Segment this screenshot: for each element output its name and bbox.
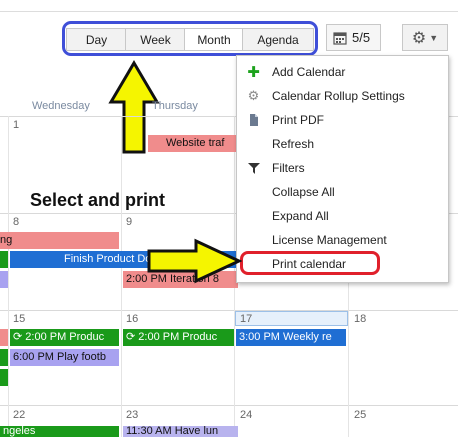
month-view-button[interactable]: Month (184, 28, 244, 51)
grid-line (0, 310, 458, 311)
print-calendar-highlight (240, 251, 380, 275)
gear-icon: ⚙ (411, 29, 427, 47)
event-weekly[interactable]: 3:00 PM Weekly re (236, 329, 346, 346)
weekday-wednesday: Wednesday (32, 100, 90, 112)
day-number: 24 (240, 409, 253, 421)
menu-item-add-calendar[interactable]: ✚ Add Calendar (237, 60, 448, 84)
day-number: 18 (354, 313, 367, 325)
event-product-16[interactable]: ⟳ 2:00 PM Produc (123, 329, 234, 346)
day-number: 25 (354, 409, 367, 421)
settings-menu-button[interactable]: ⚙ ▼ (402, 24, 448, 51)
document-icon (237, 114, 270, 126)
date-label: 5/5 (352, 30, 371, 45)
day-number: 23 (126, 409, 139, 421)
day-number: 8 (13, 216, 20, 228)
agenda-view-button[interactable]: Agenda (242, 28, 314, 51)
event-stub[interactable] (0, 271, 8, 288)
event-play-football[interactable]: 6:00 PM Play footb (10, 349, 119, 366)
event-ng[interactable]: ng (0, 232, 119, 249)
recurring-icon: ⟳ (13, 331, 23, 343)
day-number: 1 (13, 119, 20, 131)
recurring-icon: ⟳ (126, 331, 136, 343)
event-website-traffic[interactable]: Website traf (148, 135, 238, 152)
day-view-button[interactable]: Day (66, 28, 127, 51)
menu-item-label: Refresh (272, 137, 315, 151)
day-number: 15 (13, 313, 26, 325)
week-view-button[interactable]: Week (125, 28, 186, 51)
menu-item-filters[interactable]: Filters (237, 156, 448, 180)
menu-item-label: Calendar Rollup Settings (272, 89, 405, 103)
menu-item-label: License Management (272, 233, 387, 247)
event-product-15-label: 2:00 PM Produc (25, 331, 105, 343)
annotation-text: Select and print (30, 190, 166, 210)
menu-item-label: Print PDF (272, 113, 325, 127)
event-stub[interactable] (0, 349, 8, 366)
event-stub[interactable] (0, 369, 8, 386)
menu-item-label: Collapse All (272, 185, 335, 199)
menu-item-license-management[interactable]: License Management (237, 228, 448, 252)
grid-line (0, 405, 458, 406)
filter-icon (237, 162, 270, 174)
date-picker-button[interactable]: 5/5 (326, 24, 381, 51)
day-number: 22 (13, 409, 26, 421)
day-number: 17 (240, 313, 253, 325)
menu-item-label: Expand All (272, 209, 329, 223)
day-number: 9 (126, 216, 133, 228)
event-product-16-label: 2:00 PM Produc (138, 331, 218, 343)
menu-item-rollup-settings[interactable]: ⚙ Calendar Rollup Settings (237, 84, 448, 108)
menu-item-print-pdf[interactable]: Print PDF (237, 108, 448, 132)
chevron-down-icon: ▼ (429, 32, 439, 43)
menu-item-collapse-all[interactable]: Collapse All (237, 180, 448, 204)
day-number: 16 (126, 313, 139, 325)
plus-icon: ✚ (247, 64, 260, 81)
top-border (0, 0, 458, 12)
calendar-icon (333, 31, 347, 45)
menu-item-refresh[interactable]: Refresh (237, 132, 448, 156)
grid-line (121, 116, 122, 437)
right-arrow-annotation (147, 238, 242, 284)
view-switcher: Day Week Month Agenda (62, 21, 318, 56)
settings-dropdown-menu: ✚ Add Calendar ⚙ Calendar Rollup Setting… (236, 55, 449, 283)
event-stub[interactable] (0, 329, 8, 346)
menu-item-label: Add Calendar (272, 65, 346, 79)
menu-item-expand-all[interactable]: Expand All (237, 204, 448, 228)
weekday-thursday: Thursday (152, 100, 198, 112)
event-stub[interactable] (0, 251, 8, 268)
event-product-15[interactable]: ⟳ 2:00 PM Produc (10, 329, 119, 346)
grid-line (8, 116, 9, 437)
menu-item-label: Filters (272, 161, 305, 175)
gear-icon: ⚙ (247, 88, 260, 103)
event-lunch[interactable]: 11:30 AM Have lun (123, 426, 238, 437)
event-ngeles[interactable]: ngeles (0, 426, 119, 437)
